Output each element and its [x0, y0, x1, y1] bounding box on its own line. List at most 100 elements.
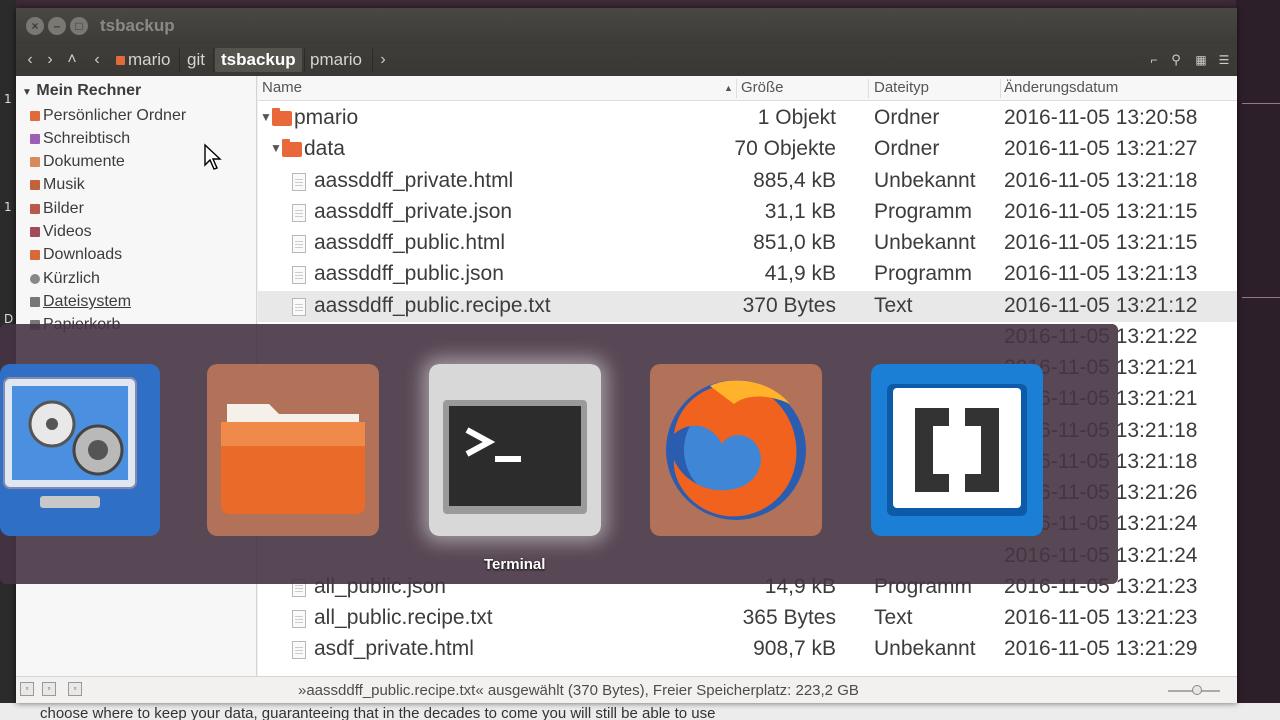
videos-icon: [30, 226, 40, 237]
file-name: aassddff_private.json: [314, 200, 513, 223]
crumb-tsbackup[interactable]: tsbackup: [215, 48, 302, 72]
file-date: 2016-11-05 13:21:13: [1004, 262, 1198, 285]
back-button[interactable]: ‹: [20, 49, 40, 71]
window-title: tsbackup: [100, 16, 175, 35]
file-type: Programm: [874, 200, 973, 223]
clock-icon: [30, 273, 40, 284]
text-file-icon: [292, 610, 306, 628]
bg-line: [1242, 103, 1280, 104]
file-type: Unbekannt: [874, 231, 976, 254]
column-size[interactable]: Größe: [741, 79, 784, 96]
column-divider: [1000, 79, 1001, 98]
table-row[interactable]: aassddff_private.html 885,4 kB Unbekannt…: [258, 166, 1237, 197]
table-row[interactable]: all_public.recipe.txt 365 Bytes Text 201…: [258, 603, 1237, 634]
expander-open-icon[interactable]: ▼: [270, 141, 282, 155]
crumb-git[interactable]: git: [181, 48, 211, 72]
sidebar-item-downloads[interactable]: Downloads: [30, 244, 122, 266]
file-type: Text: [874, 606, 913, 629]
file-size: 370 Bytes: [742, 294, 836, 317]
file-type: Ordner: [874, 106, 940, 129]
table-row[interactable]: ▼ data 70 Objekte Ordner 2016-11-05 13:2…: [258, 134, 1237, 165]
crumb-divider: [372, 48, 373, 72]
pictures-icon: [30, 203, 40, 214]
edit-location-icon[interactable]: ⌐: [1144, 49, 1164, 71]
file-name: asdf_private.html: [314, 637, 474, 660]
background-right-strip: [1236, 0, 1280, 720]
toggle-sidebar-icon[interactable]: ▫: [20, 682, 34, 696]
forward-button[interactable]: ›: [40, 49, 60, 71]
desktop-icon: [30, 133, 40, 144]
grid-view-icon[interactable]: ▦: [1190, 49, 1212, 71]
file-date: 2016-11-05 13:20:58: [1004, 106, 1198, 129]
files-icon[interactable]: [207, 364, 379, 536]
breadcrumb-scroll-left[interactable]: ‹: [88, 49, 106, 71]
bg-mark: 1: [4, 92, 12, 106]
file-date: 2016-11-05 13:21:15: [1004, 231, 1198, 254]
titlebar: × – □ tsbackup: [16, 8, 1237, 44]
extra-pane-icon[interactable]: ▫: [42, 682, 56, 696]
file-type: Ordner: [874, 137, 940, 160]
file-date: 2016-11-05 13:21:23: [1004, 606, 1198, 629]
sidebar-item-pictures[interactable]: Bilder: [30, 198, 84, 220]
table-row-selected[interactable]: aassddff_public.recipe.txt 370 Bytes Tex…: [258, 291, 1237, 322]
status-text: »aassddff_public.recipe.txt« ausgewählt …: [298, 682, 859, 699]
table-row[interactable]: aassddff_public.json 41,9 kB Programm 20…: [258, 259, 1237, 290]
file-date: 2016-11-05 13:21:27: [1004, 137, 1198, 160]
music-icon: [30, 179, 40, 190]
file-type: Unbekannt: [874, 637, 976, 660]
file-size: 908,7 kB: [753, 637, 836, 660]
sidebar-item-recent[interactable]: Kürzlich: [30, 268, 100, 290]
breadcrumb-scroll-right[interactable]: ›: [374, 49, 392, 71]
collapse-triangle-icon: ▼: [22, 87, 32, 98]
sidebar-item-label: Persönlicher Ordner: [43, 107, 187, 124]
search-icon[interactable]: ⚲: [1166, 49, 1186, 71]
list-view-icon[interactable]: ☰: [1214, 49, 1234, 71]
terminal-pane-icon[interactable]: ▫: [68, 682, 82, 696]
file-type: Unbekannt: [874, 169, 976, 192]
column-name[interactable]: Name: [262, 79, 302, 96]
terminal-icon[interactable]: [429, 364, 601, 536]
column-date[interactable]: Änderungsdatum: [1004, 79, 1118, 96]
sidebar-item-filesystem[interactable]: Dateisystem: [30, 291, 131, 313]
table-row[interactable]: aassddff_public.html 851,0 kB Unbekannt …: [258, 228, 1237, 259]
file-name: data: [304, 137, 345, 160]
zoom-slider-handle[interactable]: [1192, 685, 1202, 695]
table-row[interactable]: asdf_private.html 908,7 kB Unbekannt 201…: [258, 634, 1237, 665]
expander-open-icon[interactable]: ▼: [260, 110, 272, 124]
sidebar-item-label: Kürzlich: [43, 270, 100, 287]
sidebar-item-home[interactable]: Persönlicher Ordner: [30, 105, 186, 127]
sidebar-heading[interactable]: ▼ Mein Rechner: [22, 82, 141, 100]
table-row[interactable]: aassddff_private.json 31,1 kB Programm 2…: [258, 197, 1237, 228]
firefox-icon[interactable]: [650, 364, 822, 536]
file-date: 2016-11-05 13:21:29: [1004, 637, 1198, 660]
brackets-icon[interactable]: [871, 364, 1043, 536]
sidebar-item-desktop[interactable]: Schreibtisch: [30, 128, 130, 150]
folder-icon: [272, 108, 292, 126]
crumb-pmario[interactable]: pmario: [304, 48, 368, 72]
table-row[interactable]: ▼ pmario 1 Objekt Ordner 2016-11-05 13:2…: [258, 103, 1237, 134]
maximize-button[interactable]: □: [70, 17, 88, 35]
file-size: 41,9 kB: [764, 262, 836, 285]
status-bar: ▫ ▫ ▫ »aassddff_public.recipe.txt« ausge…: [16, 676, 1237, 703]
sidebar-item-label: Musik: [43, 176, 85, 193]
crumb-home[interactable]: mario: [110, 48, 177, 72]
drive-icon: [30, 296, 40, 307]
sidebar-item-label: Videos: [43, 223, 92, 240]
system-settings-icon[interactable]: [0, 364, 172, 536]
up-button[interactable]: ˄: [62, 49, 82, 71]
bg-line: [1242, 297, 1280, 298]
column-divider: [736, 79, 737, 98]
close-button[interactable]: ×: [26, 17, 44, 35]
sidebar-item-videos[interactable]: Videos: [30, 221, 92, 243]
file-name: aassddff_private.html: [314, 169, 514, 192]
file-date: 2016-11-05 13:21:18: [1004, 169, 1198, 192]
active-app-label: Terminal: [484, 556, 546, 573]
file-name: pmario: [294, 106, 359, 129]
home-folder-icon: [116, 56, 125, 66]
column-type[interactable]: Dateityp: [874, 79, 929, 96]
minimize-button[interactable]: –: [48, 17, 66, 35]
sidebar-item-music[interactable]: Musik: [30, 174, 85, 196]
file-type: Programm: [874, 262, 973, 285]
file-size: 885,4 kB: [753, 169, 836, 192]
sidebar-item-documents[interactable]: Dokumente: [30, 151, 125, 173]
